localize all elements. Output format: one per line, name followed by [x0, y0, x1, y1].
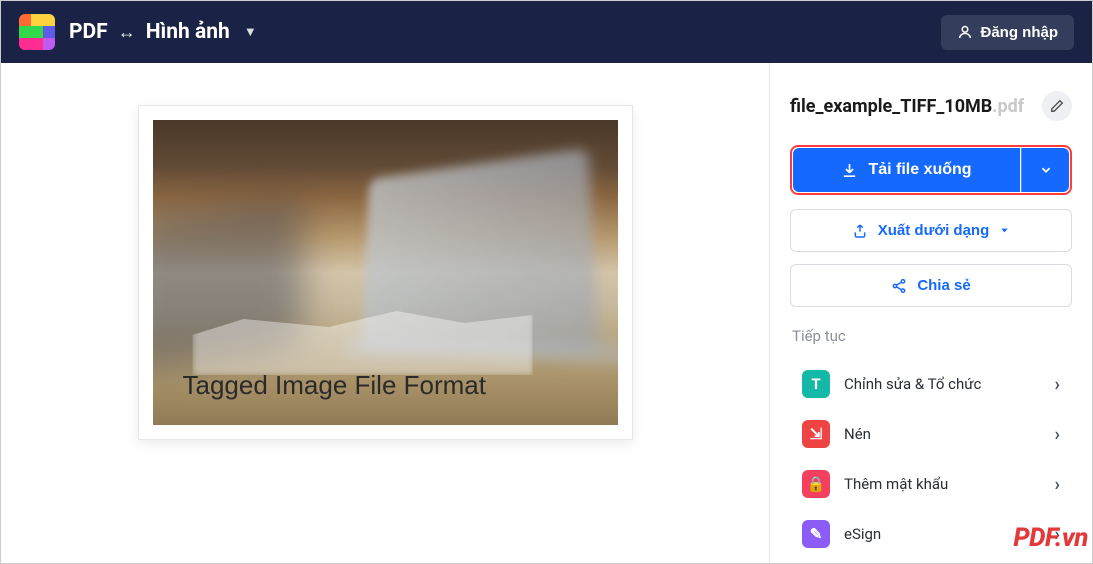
rename-button[interactable] [1042, 91, 1072, 121]
share-button[interactable]: Chia sẻ [790, 264, 1072, 307]
login-button[interactable]: Đăng nhập [941, 15, 1075, 50]
filename-row: file_example_TIFF_10MB .pdf [790, 91, 1072, 121]
continue-heading: Tiếp tục [792, 327, 1072, 345]
compress-icon: ⇲ [802, 420, 830, 448]
action-left: ⇲ Nén [802, 420, 871, 448]
action-label: Chỉnh sửa & Tổ chức [844, 375, 981, 393]
action-label: eSign [844, 525, 881, 543]
chevron-down-icon [1039, 163, 1053, 177]
pencil-icon [1050, 99, 1064, 113]
preview-area: Tagged Image File Format [1, 63, 770, 563]
share-icon [891, 278, 907, 294]
caret-down-icon [999, 225, 1010, 236]
continue-item[interactable]: T Chỉnh sửa & Tổ chức › [790, 359, 1072, 409]
login-label: Đăng nhập [981, 24, 1059, 41]
download-options-button[interactable] [1021, 148, 1069, 192]
header-left: PDF ↔ Hình ảnh ▼ [19, 14, 257, 50]
download-button-group: Tải file xuống [790, 145, 1072, 195]
tool-title-dropdown[interactable]: PDF ↔ Hình ảnh ▼ [69, 20, 257, 44]
file-name: file_example_TIFF_10MB [790, 96, 992, 117]
continue-item[interactable]: ✎ eSign › [790, 509, 1072, 559]
action-left: T Chỉnh sửa & Tổ chức [802, 370, 981, 398]
preview-card[interactable]: Tagged Image File Format [138, 105, 633, 440]
preview-image: Tagged Image File Format [153, 120, 618, 425]
download-label: Tải file xuống [868, 161, 971, 179]
chevron-down-icon: ▼ [244, 24, 257, 40]
continue-item[interactable]: ⇲ Nén › [790, 409, 1072, 459]
export-as-button[interactable]: Xuất dưới dạng [790, 209, 1072, 252]
app-header: PDF ↔ Hình ảnh ▼ Đăng nhập [1, 1, 1092, 63]
user-icon [957, 24, 973, 40]
edit-text-icon: T [802, 370, 830, 398]
share-label: Chia sẻ [917, 277, 970, 294]
continue-list: T Chỉnh sửa & Tổ chức › ⇲ Nén › 🔒 Thêm mật khẩu… [790, 359, 1072, 559]
action-left: 🔒 Thêm mật khẩu [802, 470, 948, 498]
swap-arrows-icon: ↔ [118, 22, 136, 43]
title-image: Hình ảnh [146, 20, 230, 44]
main-area: Tagged Image File Format file_example_TI… [1, 63, 1092, 563]
chevron-right-icon: › [1055, 524, 1060, 545]
export-label: Xuất dưới dạng [878, 222, 990, 239]
app-logo[interactable] [19, 14, 55, 50]
download-button[interactable]: Tải file xuống [793, 148, 1020, 192]
chevron-right-icon: › [1055, 474, 1060, 495]
action-label: Nén [844, 425, 871, 443]
preview-caption: Tagged Image File Format [183, 370, 486, 401]
export-icon [852, 223, 868, 239]
sidebar: file_example_TIFF_10MB .pdf Tải file xuố… [770, 63, 1092, 563]
action-left: ✎ eSign [802, 520, 881, 548]
title-pdf: PDF [69, 20, 108, 44]
action-label: Thêm mật khẩu [844, 475, 948, 493]
continue-item[interactable]: 🔒 Thêm mật khẩu › [790, 459, 1072, 509]
chevron-right-icon: › [1055, 424, 1060, 445]
chevron-right-icon: › [1055, 374, 1060, 395]
esign-icon: ✎ [802, 520, 830, 548]
file-extension: .pdf [992, 96, 1024, 117]
download-icon [841, 162, 858, 179]
lock-icon: 🔒 [802, 470, 830, 498]
